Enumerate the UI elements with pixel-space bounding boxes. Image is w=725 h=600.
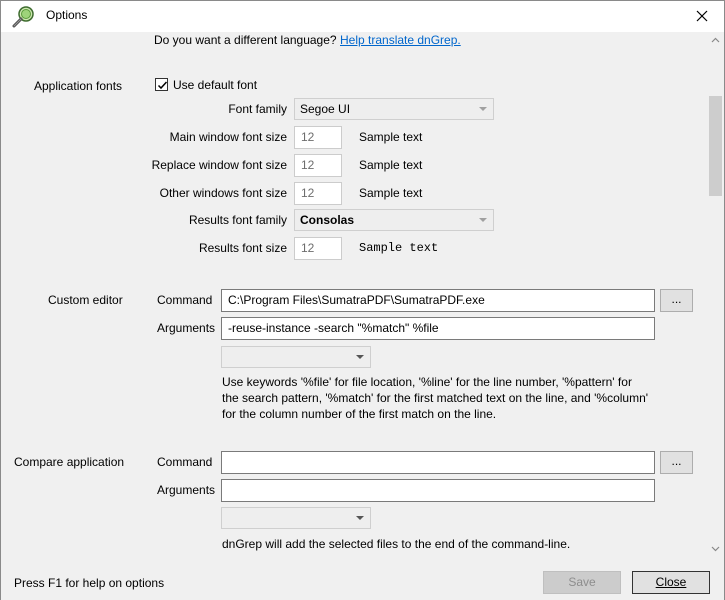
compare-browse-button[interactable]: ... [660,451,693,474]
font-family-select[interactable]: Segoe UI [294,98,494,120]
custom-editor-command-value: C:\Program Files\SumatraPDF\SumatraPDF.e… [228,293,485,307]
custom-editor-command-label: Command [157,293,213,307]
close-window-icon[interactable] [691,7,713,27]
custom-editor-help-line-2: the search pattern, '%match' for the fir… [222,391,649,405]
other-windows-font-size-label: Other windows font size [159,186,287,200]
compare-arguments-label: Arguments [157,483,216,497]
checkmark-icon [157,81,168,90]
font-family-value: Segoe UI [300,102,351,116]
scrollbar-thumb[interactable] [709,96,722,196]
results-font-size-input[interactable]: 12 [294,237,342,260]
compare-application-label: Compare application [14,455,125,469]
compare-help-text: dnGrep will add the selected files to th… [222,537,571,551]
main-window-font-size-label: Main window font size [169,130,287,144]
main-window-sample-text: Sample text [359,130,423,144]
f1-help-hint: Press F1 for help on options [14,576,165,590]
replace-window-sample-text: Sample text [359,158,423,172]
custom-editor-label: Custom editor [48,293,123,307]
use-default-font-label: Use default font [173,78,258,92]
chevron-down-icon [356,355,364,359]
custom-editor-arguments-label: Arguments [157,321,216,335]
chevron-down-icon [356,516,364,520]
replace-window-font-size-label: Replace window font size [151,158,287,172]
compare-arguments-input[interactable] [221,479,655,502]
use-default-font-checkbox[interactable] [155,78,168,91]
custom-editor-browse-button[interactable]: ... [660,289,693,312]
window-title: Options [46,8,88,22]
dialog-footer: Press F1 for help on options Save Close [1,563,724,600]
replace-window-font-size-value: 12 [301,158,315,172]
title-bar: Options [1,1,724,32]
custom-editor-arguments-input[interactable]: -reuse-instance -search "%match" %file [221,317,655,340]
custom-editor-arguments-value: -reuse-instance -search "%match" %file [228,321,439,335]
magnifier-app-icon [12,6,34,28]
chevron-down-icon [479,218,487,222]
scroll-down-icon[interactable] [711,544,720,553]
results-font-size-value: 12 [301,241,315,255]
options-scroll-area: Do you want a different language? Help t… [1,32,707,563]
vertical-scrollbar[interactable] [707,32,724,563]
close-button[interactable]: Close [632,571,710,594]
application-fonts-label: Application fonts [34,79,123,93]
results-font-family-select[interactable]: Consolas [294,209,494,231]
help-translate-link[interactable]: Help translate dnGrep. [340,33,461,47]
replace-window-font-size-input[interactable]: 12 [294,154,342,177]
chevron-down-icon [479,107,487,111]
results-font-family-value: Consolas [300,213,355,227]
options-window: Options Do you want a different language… [0,0,725,600]
results-font-size-label: Results font size [198,241,287,255]
results-sample-text: Sample text [359,241,439,255]
compare-command-label: Command [157,455,213,469]
results-font-family-label: Results font family [188,213,287,227]
language-prompt: Do you want a different language? [154,33,337,47]
other-windows-font-size-value: 12 [301,186,315,200]
scroll-up-icon[interactable] [711,36,720,45]
custom-editor-help-line-3: for the column number of the first match… [222,407,497,421]
main-window-font-size-input[interactable]: 12 [294,126,342,149]
save-button[interactable]: Save [543,571,621,594]
font-family-label: Font family [228,102,287,116]
custom-editor-preset-select[interactable] [221,346,371,368]
other-windows-font-size-input[interactable]: 12 [294,182,342,205]
compare-preset-select[interactable] [221,507,371,529]
custom-editor-help-text: Use keywords '%file' for file location, … [222,374,648,422]
main-window-font-size-value: 12 [301,130,315,144]
custom-editor-command-input[interactable]: C:\Program Files\SumatraPDF\SumatraPDF.e… [221,289,655,312]
other-windows-sample-text: Sample text [359,186,423,200]
custom-editor-help-line-1: Use keywords '%file' for file location, … [222,375,632,389]
compare-command-input[interactable] [221,451,655,474]
